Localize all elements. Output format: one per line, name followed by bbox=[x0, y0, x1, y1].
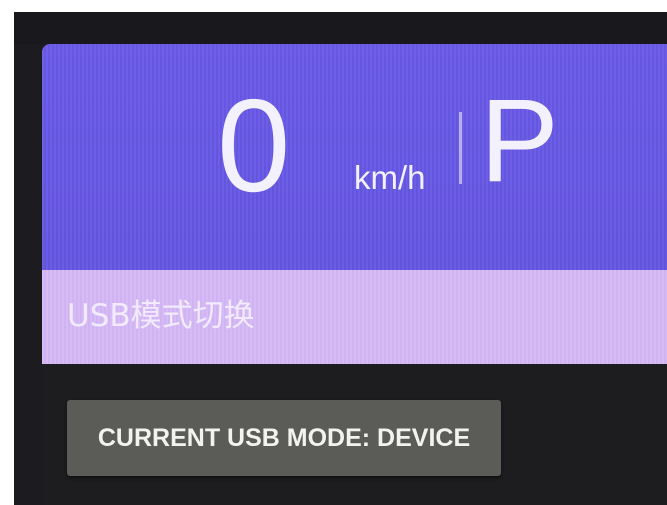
car-display-screen: 0 km/h P USB模式切换 CURRENT USB MODE: DEVIC… bbox=[14, 12, 667, 505]
speed-unit: km/h bbox=[354, 159, 426, 196]
page-title-bar: USB模式切换 bbox=[42, 270, 667, 364]
page-title: USB模式切换 bbox=[67, 298, 255, 334]
speed-status-panel: 0 km/h P bbox=[42, 44, 667, 270]
speed-value: 0 bbox=[217, 72, 293, 219]
photo-frame: 0 km/h P USB模式切换 CURRENT USB MODE: DEVIC… bbox=[0, 0, 667, 505]
screen-top-edge bbox=[14, 12, 667, 44]
usb-mode-button[interactable]: CURRENT USB MODE: DEVICE bbox=[67, 400, 501, 476]
usb-mode-button-label: CURRENT USB MODE: DEVICE bbox=[97, 423, 471, 452]
gear-divider bbox=[459, 112, 462, 184]
content-area: CURRENT USB MODE: DEVICE bbox=[42, 364, 667, 505]
gear-indicator: P bbox=[480, 75, 559, 207]
